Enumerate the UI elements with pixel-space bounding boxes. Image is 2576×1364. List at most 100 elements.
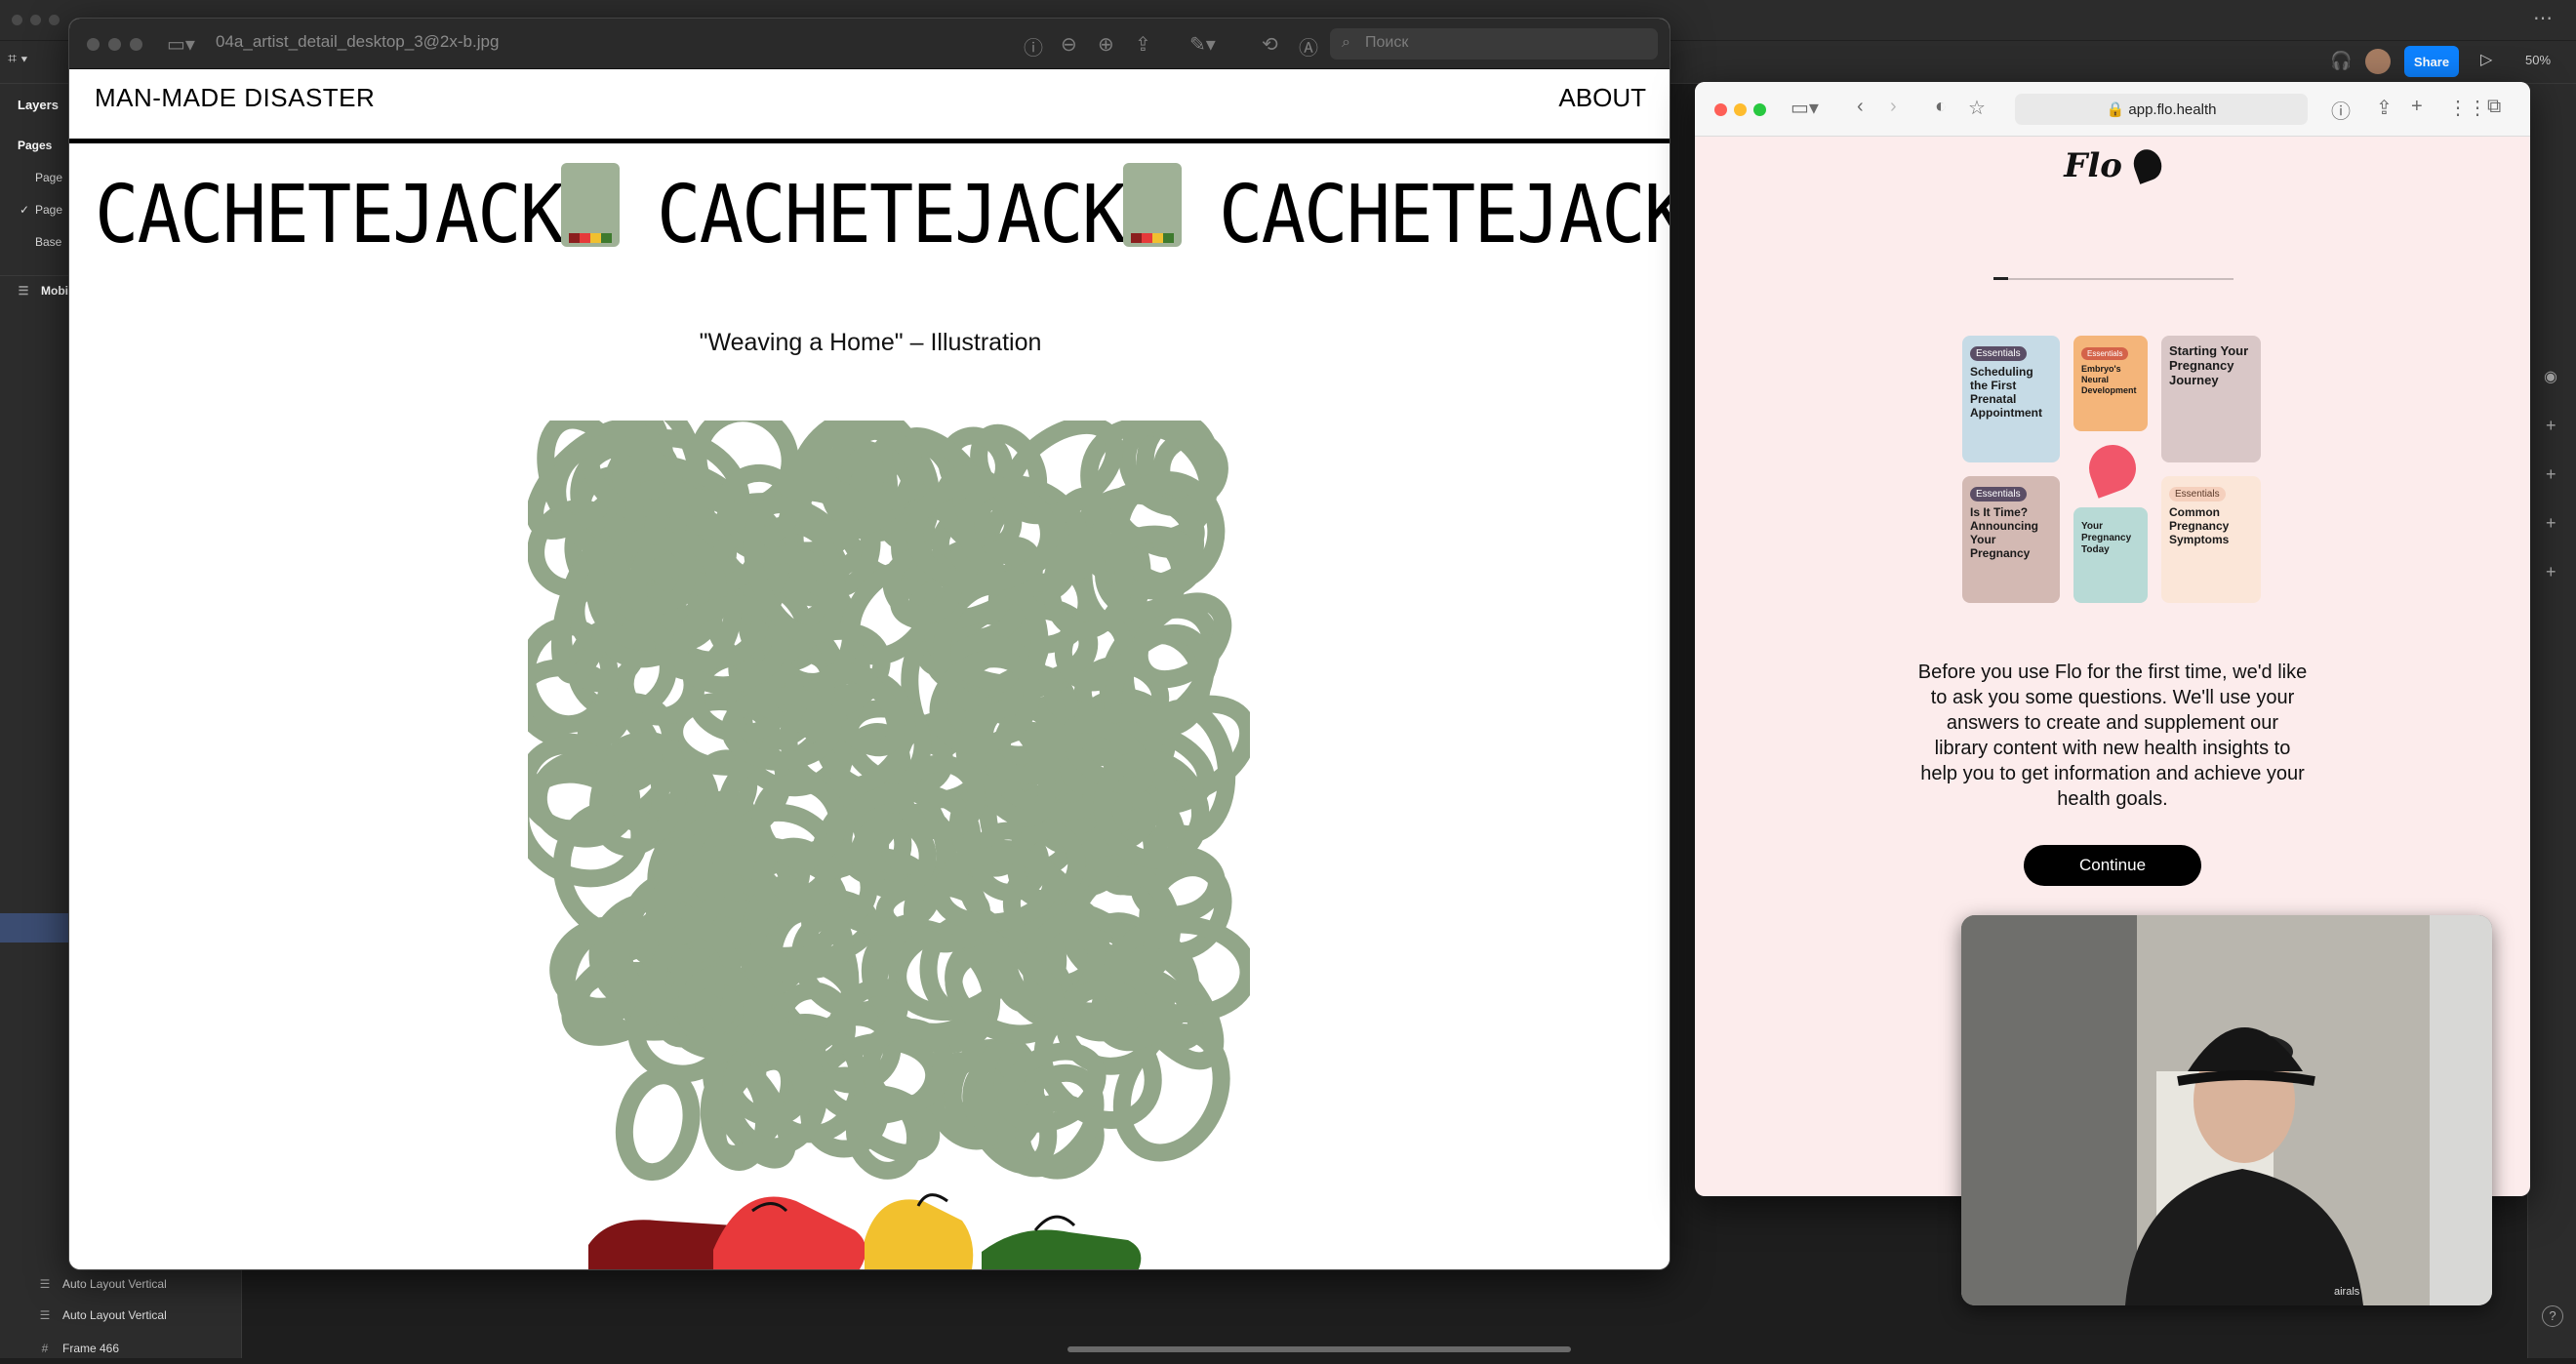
zoom-icon[interactable] — [1753, 103, 1766, 116]
article-card: Your Pregnancy Today — [2073, 507, 2148, 603]
minimize-icon[interactable] — [1734, 103, 1747, 116]
share-button[interactable]: Share — [2404, 46, 2459, 77]
figma-menu-icon[interactable]: ⌗ ▾ — [8, 51, 59, 74]
about-link[interactable]: ABOUT — [1558, 83, 1646, 113]
share-icon[interactable]: ⇪ — [2376, 96, 2393, 120]
flo-petal-icon — [2082, 438, 2143, 499]
plus-icon[interactable]: + — [2546, 464, 2556, 485]
horizontal-scrollbar[interactable] — [1067, 1346, 1571, 1352]
flo-logo-text: Flo — [2064, 146, 2122, 185]
search-input[interactable]: ⌕ Поиск — [1330, 28, 1658, 60]
shield-icon[interactable]: ◐ — [1935, 96, 1947, 118]
hoodie-text: airals — [2334, 1286, 2360, 1298]
window-controls — [12, 15, 60, 25]
extensions-icon[interactable]: ⋮⋮ — [2448, 96, 2487, 120]
zoom-out-icon[interactable]: ⊖ — [1061, 32, 1077, 57]
eye-icon[interactable]: ◉ — [2544, 367, 2557, 386]
shoes-illustration — [588, 1193, 1142, 1269]
page-label: Page — [35, 203, 63, 217]
flo-leaf-icon — [2129, 145, 2166, 184]
card-title: Common Pregnancy Symptoms — [2169, 505, 2230, 546]
site-header: MAN-MADE DISASTER ABOUT — [69, 69, 1670, 143]
annotate-icon[interactable]: Ⓐ — [1299, 32, 1318, 60]
lock-icon: 🔒 — [2106, 101, 2129, 118]
marquee-thumbnail — [1123, 163, 1182, 247]
article-card: Essentials Scheduling the First Prenatal… — [1962, 336, 2060, 462]
layer-item[interactable]: # Frame 466 — [0, 1333, 242, 1364]
present-icon[interactable]: ▷ — [2480, 50, 2492, 69]
page-label: Base — [35, 235, 62, 249]
frame-icon: # — [41, 1342, 49, 1355]
auto-layout-icon: ☰ — [39, 1277, 51, 1291]
zoom-in-icon[interactable]: ⊕ — [1098, 32, 1114, 57]
preview-filename: 04a_artist_detail_desktop_3@2x-b.jpg — [216, 32, 500, 51]
layer-label: Auto Layout Vertical — [62, 1308, 167, 1322]
card-badge: Essentials — [1970, 487, 2027, 501]
card-badge: Essentials — [1970, 346, 2027, 361]
card-title: Embryo's Neural Development — [2081, 364, 2137, 395]
headphones-icon[interactable]: 🎧 — [2330, 51, 2352, 71]
layer-label: Frame 466 — [62, 1342, 120, 1355]
marquee-word: CACHETEJACK — [657, 169, 1126, 261]
new-tab-icon[interactable]: + — [2411, 96, 2423, 118]
forward-icon[interactable]: › — [1890, 96, 1897, 118]
card-badge: Essentials — [2081, 347, 2129, 360]
zoom-level[interactable]: 50% — [2525, 53, 2551, 67]
marquee-word: CACHETEJACK — [1219, 169, 1670, 261]
article-card: Starting Your Pregnancy Journey — [2161, 336, 2261, 462]
artwork-title: "Weaving a Home" – Illustration — [699, 329, 1042, 356]
card-badge: Essentials — [2169, 487, 2226, 501]
sidebar-icon[interactable]: ▭▾ — [1791, 96, 1819, 120]
site-brand[interactable]: MAN-MADE DISASTER — [95, 83, 375, 113]
artwork-illustration — [528, 421, 1250, 1269]
article-card: Essentials Common Pregnancy Symptoms — [2161, 476, 2261, 603]
frame-icon: ☰ — [18, 284, 29, 298]
card-title: Is It Time? Announcing Your Pregnancy — [1970, 505, 2038, 560]
article-card: Essentials Embryo's Neural Development — [2073, 336, 2148, 431]
continue-button[interactable]: Continue — [2024, 845, 2201, 886]
url-text: app.flo.health — [2128, 101, 2217, 118]
plus-icon[interactable]: + — [2546, 513, 2556, 534]
check-icon: ✓ — [19, 203, 30, 217]
tabs-overview-icon[interactable]: ⧉ — [2487, 96, 2501, 118]
zoom-icon[interactable] — [130, 38, 142, 51]
frame-label: Mobil — [41, 284, 72, 298]
plus-icon[interactable]: + — [2546, 562, 2556, 582]
address-bar[interactable]: 🔒 app.flo.health — [2015, 94, 2308, 125]
webcam-video — [1961, 915, 2492, 1305]
markup-icon[interactable]: ✎▾ — [1189, 32, 1216, 57]
webcam-overlay[interactable]: airals — [1961, 915, 2492, 1305]
info-icon[interactable]: ⓘ — [2331, 96, 2351, 124]
marquee-thumbnail — [561, 163, 620, 247]
info-icon[interactable]: ⓘ — [1024, 32, 1043, 60]
intro-text: Before you use Flo for the first time, w… — [1917, 662, 2308, 810]
onboarding-progress-fill — [1993, 277, 2008, 280]
figma-right-toolbar: ◉ + + + + ? — [2527, 84, 2576, 1358]
help-icon[interactable]: ? — [2542, 1305, 2563, 1327]
search-placeholder: Поиск — [1365, 34, 1409, 51]
close-icon[interactable] — [87, 38, 100, 51]
article-card: Essentials Is It Time? Announcing Your P… — [1962, 476, 2060, 603]
website-page: MAN-MADE DISASTER ABOUT CACHETEJACK CACH… — [69, 69, 1670, 1269]
back-icon[interactable]: ‹ — [1857, 96, 1864, 118]
plus-icon[interactable]: + — [2546, 416, 2556, 436]
more-icon[interactable]: ⋯ — [2533, 6, 2553, 30]
pages-heading: Pages — [18, 139, 53, 152]
rotate-icon[interactable]: ⟲ — [1262, 32, 1278, 57]
share-icon[interactable]: ⇪ — [1135, 32, 1151, 57]
auto-layout-icon: ☰ — [39, 1308, 51, 1322]
minimize-icon[interactable] — [108, 38, 121, 51]
bookmark-star-icon[interactable]: ☆ — [1968, 96, 1986, 120]
card-title: Scheduling the First Prenatal Appointmen… — [1970, 365, 2042, 420]
layer-item[interactable]: ☰ Auto Layout Vertical — [0, 1300, 242, 1331]
layer-item[interactable]: ☰ Auto Layout Vertical — [0, 1268, 242, 1300]
close-icon[interactable] — [1714, 103, 1727, 116]
card-title: Starting Your Pregnancy Journey — [2169, 343, 2249, 387]
avatar[interactable] — [2365, 49, 2391, 74]
flo-logo: Flo — [1695, 145, 2530, 185]
card-title: Your Pregnancy Today — [2081, 521, 2132, 555]
layer-label: Auto Layout Vertical — [62, 1277, 167, 1291]
scribble-loop — [615, 1066, 701, 1182]
sidebar-icon[interactable]: ▭▾ — [167, 32, 195, 57]
layers-tab[interactable]: Layers — [18, 98, 59, 112]
